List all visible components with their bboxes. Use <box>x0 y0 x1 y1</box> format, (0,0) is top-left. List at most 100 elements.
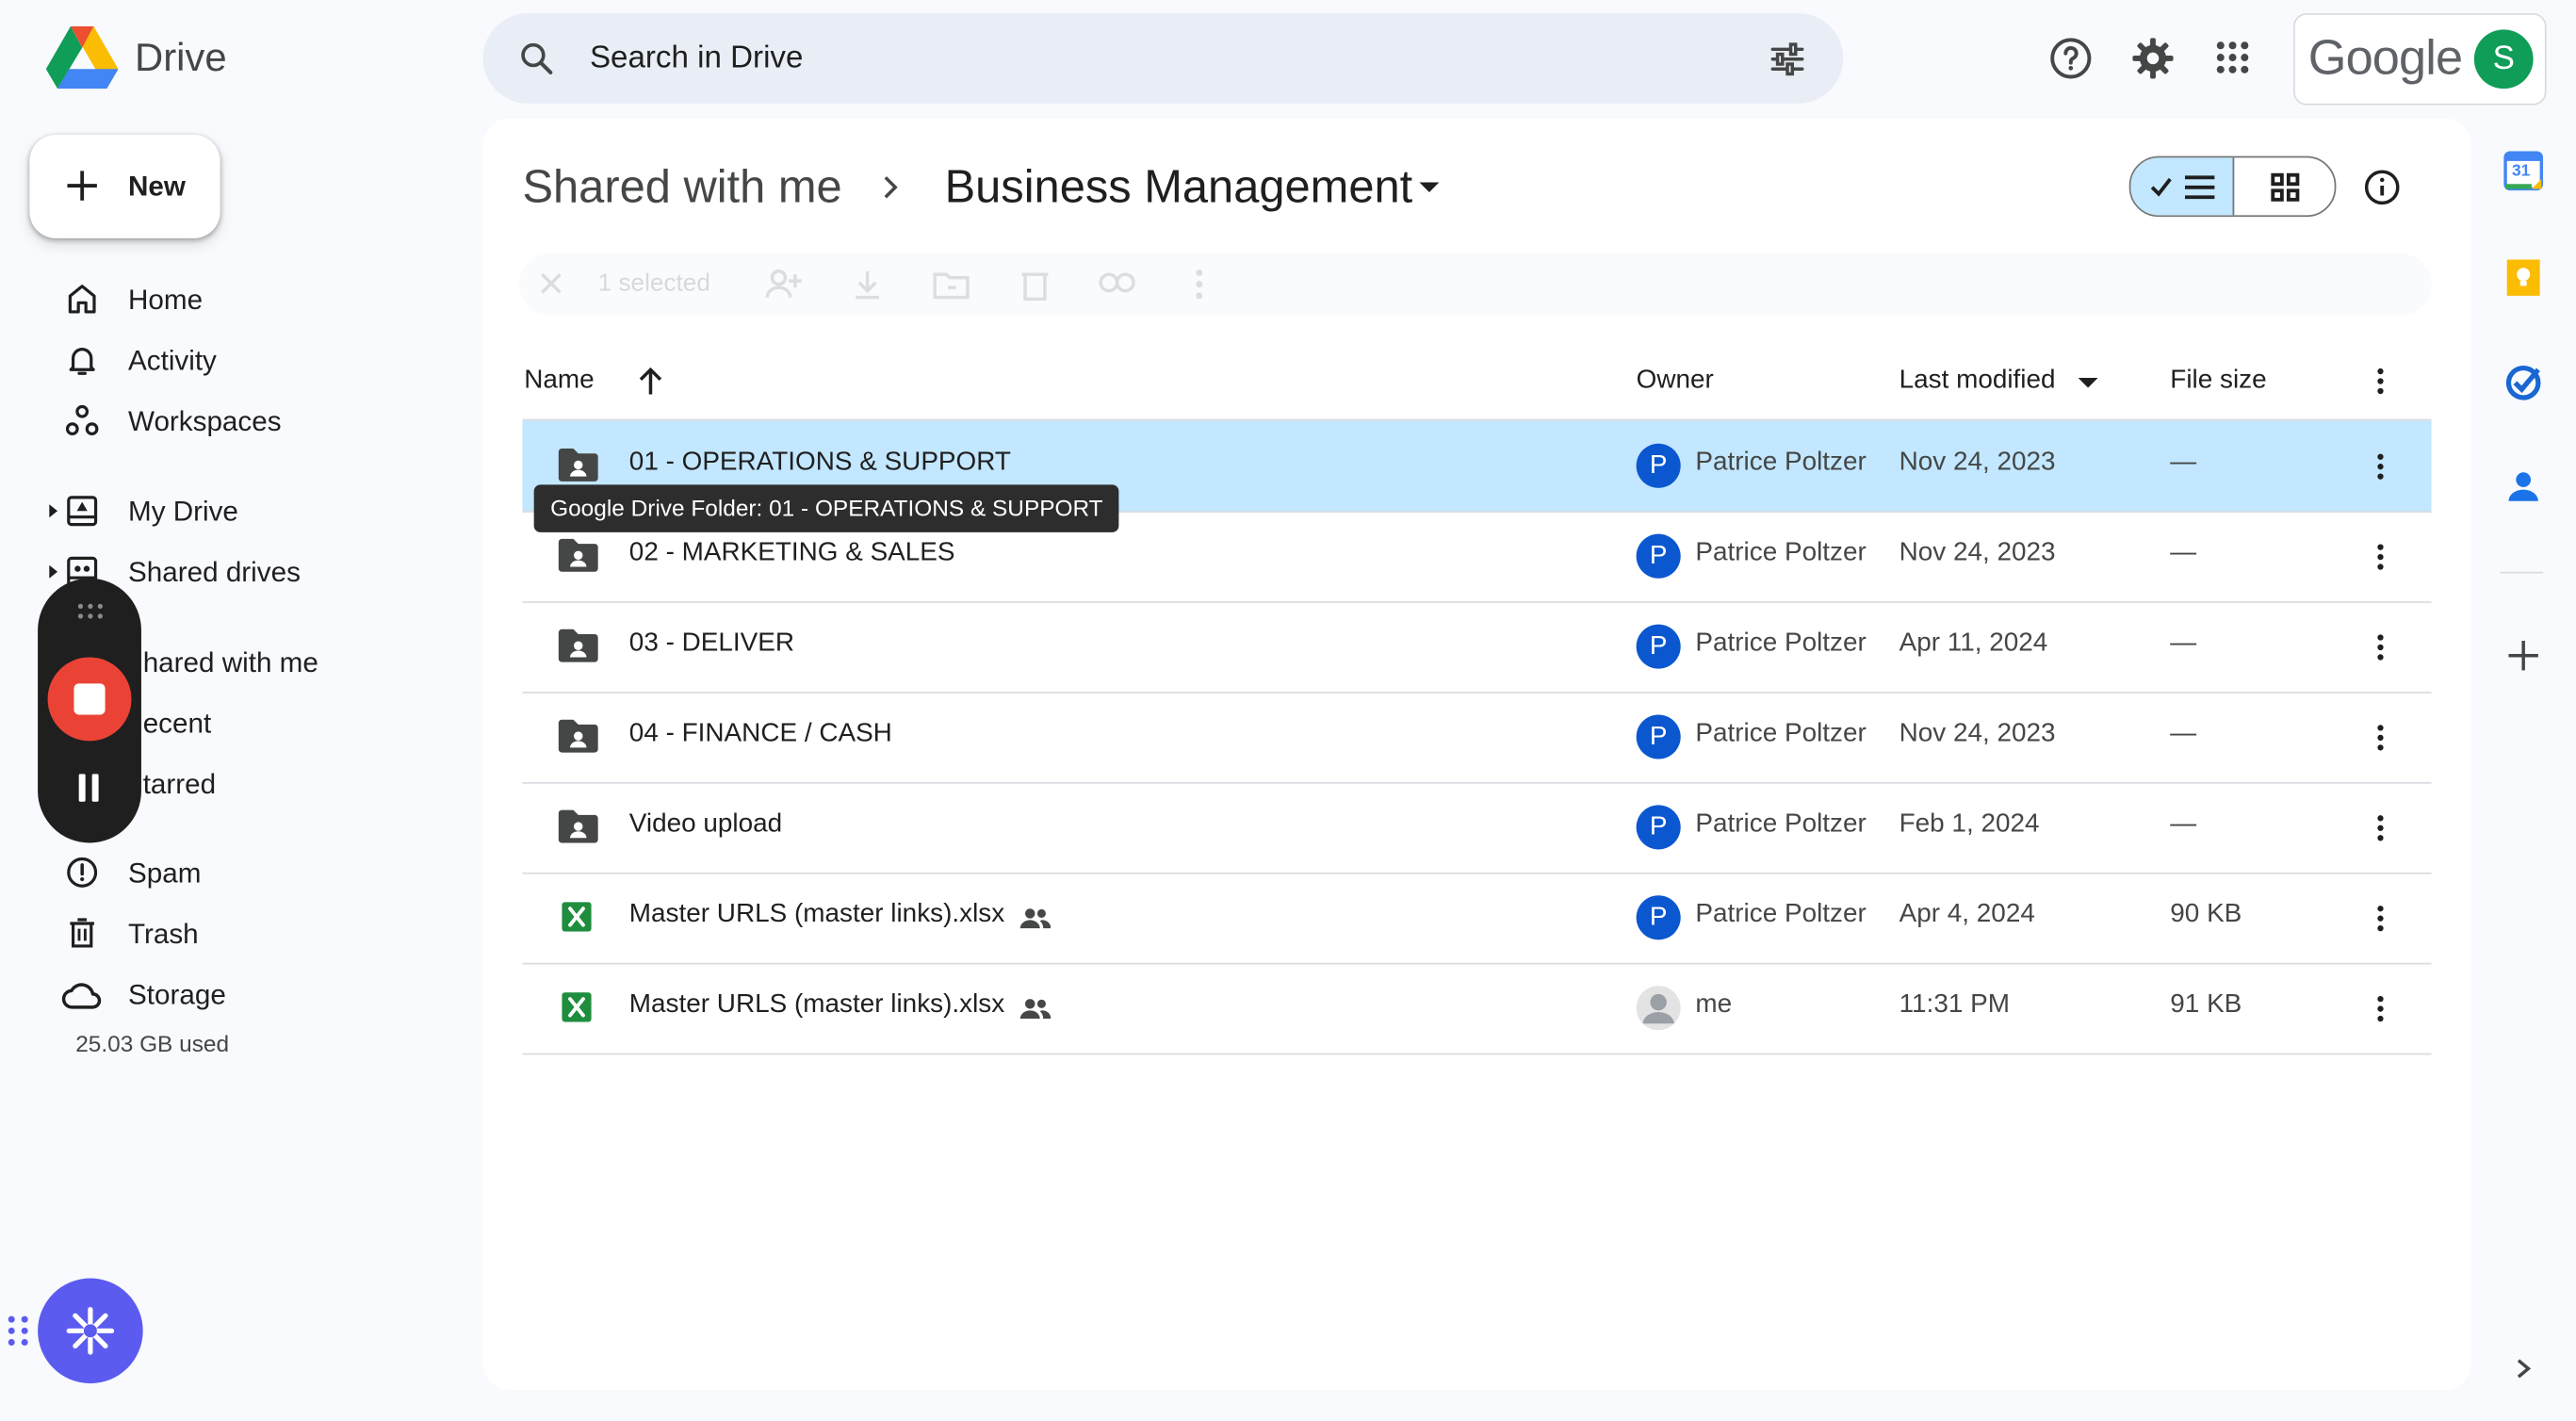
more-options-icon[interactable] <box>2377 725 2384 751</box>
caret-right-icon[interactable] <box>46 503 59 519</box>
shared-folder-icon <box>558 538 598 572</box>
account-switcher[interactable]: Google S <box>2293 12 2547 106</box>
info-icon[interactable] <box>2362 168 2402 207</box>
file-row[interactable]: 04 - FINANCE / CASH P Patrice Poltzer Nov 2… <box>522 692 2432 784</box>
spam-icon <box>67 857 98 888</box>
file-modified: Feb 1, 2024 <box>1899 809 2040 839</box>
sidebar-item-label: tarred <box>142 769 217 801</box>
breadcrumb-current-folder[interactable]: Business Management <box>945 161 1413 214</box>
caret-right-icon[interactable] <box>46 564 59 580</box>
owner-avatar: P <box>1636 805 1681 850</box>
sidebar-item-home[interactable]: Home <box>46 276 457 322</box>
tasks-icon[interactable] <box>2503 363 2543 402</box>
file-modified: Nov 24, 2023 <box>1899 449 2056 477</box>
expand-panel-chevron-icon[interactable] <box>2514 1357 2534 1380</box>
shared-folder-icon <box>558 449 598 482</box>
assistant-button[interactable] <box>38 1278 143 1384</box>
account-avatar[interactable]: S <box>2473 29 2534 90</box>
app-name: Drive <box>134 36 227 81</box>
download-icon[interactable] <box>853 270 882 300</box>
column-header-owner[interactable]: Owner <box>1637 367 1714 396</box>
selected-count: 1 selected <box>597 269 710 298</box>
sidebar-item-my-drive[interactable]: My Drive <box>46 488 457 534</box>
help-icon[interactable] <box>2048 36 2093 80</box>
grid-view-icon[interactable] <box>2271 172 2300 202</box>
close-icon[interactable] <box>539 271 563 296</box>
more-options-icon[interactable] <box>2377 634 2384 661</box>
file-owner: Patrice Poltzer <box>1695 900 1867 929</box>
file-row[interactable]: Video upload P Patrice Poltzer Feb 1, 2024 — <box>522 782 2432 874</box>
calendar-app-button[interactable]: 31 <box>2503 151 2544 191</box>
search-input[interactable]: Search in Drive <box>590 41 803 77</box>
keep-icon[interactable] <box>2503 256 2543 299</box>
more-options-icon[interactable] <box>2377 815 2384 841</box>
file-size: 91 KB <box>2170 990 2242 1020</box>
new-button[interactable]: New <box>29 134 220 238</box>
more-options-icon[interactable] <box>2377 544 2384 570</box>
file-name[interactable]: 03 - DELIVER <box>629 629 794 659</box>
shared-folder-icon <box>558 809 598 843</box>
list-view-button[interactable] <box>2130 157 2235 216</box>
drive-logo-icon <box>45 25 119 90</box>
stop-recording-button[interactable] <box>47 657 132 742</box>
file-name[interactable]: Master URLS (master links).xlsx <box>629 990 1004 1020</box>
sidebar-item-label: Workspaces <box>128 405 282 437</box>
sidebar-item-label: ecent <box>142 708 212 740</box>
sidebar-item-trash[interactable]: Trash <box>46 910 457 956</box>
caret-down-icon[interactable] <box>2078 376 2098 389</box>
plus-icon <box>67 171 97 201</box>
screen-recorder-widget[interactable] <box>38 578 141 843</box>
assistant-drag-icon[interactable] <box>7 1315 29 1348</box>
sidebar-item-storage[interactable]: Storage <box>46 971 457 1017</box>
file-modified: Apr 11, 2024 <box>1899 629 2048 658</box>
delete-icon[interactable] <box>1020 268 1050 302</box>
calendar-day: 31 <box>2511 162 2531 181</box>
file-owner: Patrice Poltzer <box>1695 538 1867 567</box>
sort-ascending-icon[interactable] <box>638 367 664 396</box>
settings-gear-icon[interactable] <box>2130 36 2175 80</box>
drag-handle-icon[interactable] <box>77 603 104 619</box>
sidebar-item-activity[interactable]: Activity <box>46 336 457 383</box>
share-icon[interactable] <box>765 268 802 301</box>
column-options-icon[interactable] <box>2377 368 2384 395</box>
more-options-icon[interactable] <box>2377 995 2384 1022</box>
tooltip: Google Drive Folder: 01 - OPERATIONS & S… <box>533 484 1120 532</box>
search-bar[interactable]: Search in Drive <box>482 12 1844 104</box>
search-options-icon[interactable] <box>1768 40 1807 79</box>
breadcrumb-shared-with-me[interactable]: Shared with me <box>522 161 841 214</box>
pause-icon[interactable] <box>77 774 100 802</box>
search-icon[interactable] <box>517 40 555 77</box>
more-options-icon[interactable] <box>2377 453 2384 480</box>
owner-avatar-me <box>1636 986 1681 1031</box>
move-icon[interactable] <box>933 270 970 300</box>
apps-grid-icon[interactable] <box>2214 40 2250 75</box>
column-header-name[interactable]: Name <box>524 367 594 396</box>
more-options-icon[interactable] <box>2377 906 2384 932</box>
file-name[interactable]: 04 - FINANCE / CASH <box>629 720 892 749</box>
google-wordmark: Google <box>2307 31 2463 86</box>
sidebar-item-workspaces[interactable]: Workspaces <box>46 398 457 444</box>
file-name[interactable]: Master URLS (master links).xlsx <box>629 900 1004 929</box>
file-row[interactable]: 03 - DELIVER P Patrice Poltzer Apr 11, 2024… <box>522 601 2432 694</box>
drive-logo[interactable] <box>45 25 119 90</box>
add-addon-icon[interactable] <box>2507 639 2540 672</box>
link-icon[interactable] <box>1099 271 1135 294</box>
sidebar-item-spam[interactable]: Spam <box>46 849 457 895</box>
column-header-file-size[interactable]: File size <box>2170 367 2266 396</box>
file-name[interactable]: 01 - OPERATIONS & SUPPORT <box>629 449 1011 478</box>
more-actions-icon[interactable] <box>1196 269 1203 300</box>
file-name[interactable]: Video upload <box>629 810 782 840</box>
new-button-label: New <box>128 171 186 203</box>
sidebar-item-label: hared with me <box>142 646 318 679</box>
view-toggle[interactable] <box>2128 155 2337 218</box>
contacts-icon[interactable] <box>2503 466 2543 506</box>
person-icon <box>1642 993 1674 1024</box>
file-name[interactable]: 02 - MARKETING & SALES <box>629 539 955 568</box>
chevron-right-icon <box>884 176 898 199</box>
owner-avatar: P <box>1636 714 1681 760</box>
column-header-last-modified[interactable]: Last modified <box>1899 367 2056 396</box>
caret-down-icon[interactable] <box>1418 179 1441 195</box>
file-row[interactable]: Master URLS (master links).xlsx P Patrice … <box>522 873 2432 965</box>
file-row[interactable]: Master URLS (master links).xlsx me 11:31 P… <box>522 963 2432 1055</box>
sidebar-item-label: Activity <box>128 345 217 377</box>
